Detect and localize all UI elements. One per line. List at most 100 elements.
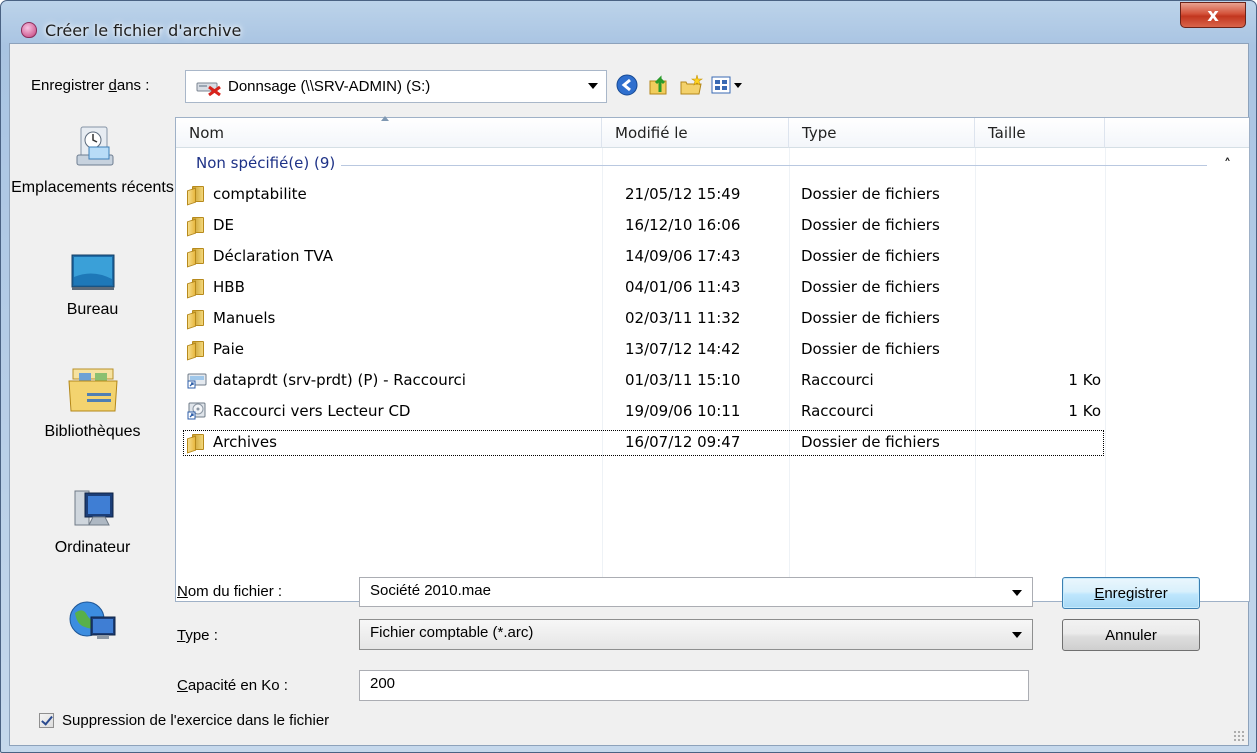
file-type: Dossier de fichiers bbox=[801, 309, 940, 327]
place-recent[interactable]: Emplacements récents bbox=[10, 121, 175, 198]
recent-places-icon bbox=[76, 126, 113, 166]
place-desktop-label: Bureau bbox=[66, 301, 119, 318]
folder-icon bbox=[187, 432, 207, 454]
nav-toolbar bbox=[614, 71, 744, 99]
disconnected-network-drive-icon bbox=[196, 82, 221, 96]
resize-grip-icon[interactable] bbox=[1233, 730, 1245, 742]
cancel-button[interactable]: Annuler bbox=[1062, 619, 1200, 651]
title-bar[interactable]: Créer le fichier d'archive x bbox=[1, 1, 1256, 40]
file-name: Raccourci vers Lecteur CD bbox=[213, 402, 411, 420]
group-title: Non spécifié(e) (9) bbox=[196, 154, 342, 172]
file-name: comptabilite bbox=[213, 185, 307, 203]
group-header[interactable]: Non spécifié(e) (9) ˄ bbox=[176, 152, 1249, 176]
file-name-cell[interactable]: Manuels bbox=[187, 308, 276, 330]
back-icon[interactable] bbox=[614, 72, 640, 98]
file-name: Paie bbox=[213, 340, 244, 358]
place-computer[interactable]: Ordinateur bbox=[10, 487, 175, 558]
file-modified: 13/07/12 14:42 bbox=[625, 340, 741, 358]
folder-icon bbox=[187, 277, 207, 299]
computer-icon bbox=[74, 490, 113, 526]
desktop-icon bbox=[71, 254, 114, 290]
app-icon bbox=[21, 22, 37, 38]
table-row[interactable]: dataprdt (srv-prdt) (P) - Raccourci 01/03… bbox=[176, 365, 1249, 396]
table-row[interactable]: HBB 04/01/06 11:43 Dossier de fichiers bbox=[176, 272, 1249, 303]
view-menu-icon[interactable] bbox=[710, 72, 744, 98]
place-network[interactable] bbox=[10, 597, 175, 651]
close-button[interactable]: x bbox=[1180, 2, 1246, 28]
file-name: Déclaration TVA bbox=[213, 247, 333, 265]
file-modified: 01/03/11 15:10 bbox=[625, 371, 741, 389]
table-row[interactable]: comptabilite 21/05/12 15:49 Dossier de fic… bbox=[176, 179, 1249, 210]
file-type: Dossier de fichiers bbox=[801, 278, 940, 296]
folder-icon bbox=[187, 246, 207, 268]
column-header-modified[interactable]: Modifié le bbox=[602, 118, 789, 148]
save-button[interactable]: Enregistrer bbox=[1062, 577, 1200, 609]
file-type: Dossier de fichiers bbox=[801, 216, 940, 234]
place-libraries[interactable]: Bibliothèques bbox=[10, 363, 175, 442]
filename-label: Nom du fichier : bbox=[177, 583, 283, 600]
file-name-cell[interactable]: Archives bbox=[187, 432, 277, 454]
file-modified: 21/05/12 15:49 bbox=[625, 185, 741, 203]
folder-icon bbox=[187, 308, 207, 330]
file-size: 1 Ko bbox=[1068, 402, 1101, 420]
chevron-down-icon[interactable] bbox=[1012, 590, 1022, 596]
type-select[interactable]: Fichier comptable (*.arc) bbox=[359, 619, 1033, 650]
table-row[interactable]: Manuels 02/03/11 11:32 Dossier de fichiers bbox=[176, 303, 1249, 334]
file-modified: 14/09/06 17:43 bbox=[625, 247, 741, 265]
file-name: Manuels bbox=[213, 309, 276, 327]
file-type: Raccourci bbox=[801, 402, 874, 420]
file-type: Dossier de fichiers bbox=[801, 247, 940, 265]
place-desktop[interactable]: Bureau bbox=[10, 251, 175, 320]
location-label: Enregistrer dans : bbox=[31, 77, 150, 94]
file-modified: 02/03/11 11:32 bbox=[625, 309, 741, 327]
file-name: HBB bbox=[213, 278, 245, 296]
chevron-down-icon[interactable] bbox=[1012, 632, 1022, 638]
file-name: dataprdt (srv-prdt) (P) - Raccourci bbox=[213, 371, 466, 389]
table-row[interactable]: Archives 16/07/12 09:47 Dossier de fichier… bbox=[176, 427, 1249, 458]
file-name: Archives bbox=[213, 433, 277, 451]
file-name-cell[interactable]: comptabilite bbox=[187, 184, 307, 206]
file-type: Dossier de fichiers bbox=[801, 185, 940, 203]
location-combo[interactable]: Donnsage (\\SRV-ADMIN) (S:) bbox=[185, 70, 607, 103]
file-name-cell[interactable]: Paie bbox=[187, 339, 244, 361]
cd-drive-shortcut-icon bbox=[187, 401, 207, 421]
dialog-window: Créer le fichier d'archive x Enregistrer… bbox=[0, 0, 1257, 753]
file-name-cell[interactable]: Déclaration TVA bbox=[187, 246, 333, 268]
window-title: Créer le fichier d'archive bbox=[45, 21, 242, 40]
column-header-type[interactable]: Type bbox=[789, 118, 975, 148]
table-row[interactable]: Déclaration TVA 14/09/06 17:43 Dossier de … bbox=[176, 241, 1249, 272]
chevron-down-icon[interactable] bbox=[588, 83, 598, 89]
column-header-empty bbox=[1105, 118, 1249, 148]
sort-ascending-icon bbox=[381, 116, 389, 121]
places-bar: Emplacements récents Bureau Bibliothèque… bbox=[10, 114, 175, 654]
place-libraries-label: Bibliothèques bbox=[44, 423, 141, 440]
file-modified: 19/09/06 10:11 bbox=[625, 402, 741, 420]
file-type: Dossier de fichiers bbox=[801, 433, 940, 451]
up-folder-icon[interactable] bbox=[646, 72, 672, 98]
file-list[interactable]: Nom Modifié le Type Taille Non spécifié(… bbox=[175, 116, 1250, 602]
delete-exercise-label[interactable]: Suppression de l'exercice dans le fichie… bbox=[62, 712, 329, 729]
place-computer-label: Ordinateur bbox=[54, 539, 131, 556]
capacity-input[interactable]: 200 bbox=[359, 670, 1029, 701]
file-modified: 16/12/10 16:06 bbox=[625, 216, 741, 234]
filename-input[interactable]: Société 2010.mae bbox=[359, 577, 1033, 607]
file-name: DE bbox=[213, 216, 235, 234]
file-modified: 04/01/06 11:43 bbox=[625, 278, 741, 296]
delete-exercise-checkbox[interactable] bbox=[39, 713, 54, 728]
network-icon bbox=[69, 601, 115, 639]
file-name-cell[interactable]: dataprdt (srv-prdt) (P) - Raccourci bbox=[187, 370, 466, 390]
table-row[interactable]: DE 16/12/10 16:06 Dossier de fichiers bbox=[176, 210, 1249, 241]
chevron-up-icon[interactable]: ˄ bbox=[1224, 157, 1231, 173]
network-drive-shortcut-icon bbox=[187, 370, 207, 390]
file-name-cell[interactable]: HBB bbox=[187, 277, 245, 299]
file-name-cell[interactable]: Raccourci vers Lecteur CD bbox=[187, 401, 410, 421]
new-folder-icon[interactable] bbox=[678, 72, 704, 98]
file-name-cell[interactable]: DE bbox=[187, 215, 235, 237]
table-row[interactable]: Paie 13/07/12 14:42 Dossier de fichiers bbox=[176, 334, 1249, 365]
group-divider bbox=[196, 165, 1207, 166]
table-row[interactable]: Raccourci vers Lecteur CD 19/09/06 10:11 R… bbox=[176, 396, 1249, 427]
dialog-body: Enregistrer dans : Donnsage (\\SRV-ADMIN… bbox=[9, 43, 1250, 746]
location-value: Donnsage (\\SRV-ADMIN) (S:) bbox=[228, 78, 431, 95]
column-header-size[interactable]: Taille bbox=[975, 118, 1105, 148]
column-header-name[interactable]: Nom bbox=[176, 116, 602, 148]
